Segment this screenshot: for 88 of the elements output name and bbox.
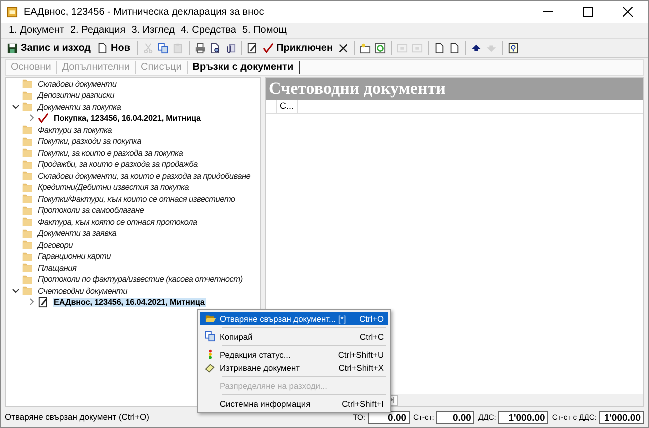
eraser-icon <box>204 362 216 373</box>
column-header[interactable]: С... <box>277 100 298 113</box>
tab[interactable]: Връзки с документи <box>188 61 300 74</box>
context-menu-item[interactable]: Изтриване документ Ctrl+Shift+X <box>200 361 388 374</box>
total-field: 1'000.00 <box>599 410 644 424</box>
folder-icon <box>22 101 33 112</box>
tree-item[interactable]: ЕАДвнос, 123456, 16.04.2021, Митница <box>53 298 206 307</box>
folder-icon <box>22 216 33 228</box>
menu-item[interactable]: 2. Редакция <box>70 25 126 36</box>
toolbar-button[interactable]: Нов <box>95 40 133 56</box>
total-field: 1'000.00 <box>498 410 548 424</box>
close-icon <box>338 42 350 54</box>
tree-item[interactable]: Гаранционни карти <box>37 251 112 262</box>
tree-item[interactable]: Счетоводни документи <box>37 286 128 296</box>
frame-icon <box>397 42 408 54</box>
folder-icon <box>22 274 33 285</box>
folder-icon <box>22 147 33 158</box>
printer-icon <box>194 42 206 54</box>
collapse-chevron-icon[interactable] <box>12 102 20 111</box>
folder-icon <box>22 262 33 274</box>
folder-icon <box>22 124 33 136</box>
note-pencil-icon <box>246 42 258 54</box>
total-field: 0.00 <box>436 410 474 424</box>
toolbar-button[interactable]: Приключен <box>260 40 336 56</box>
folder-icon <box>22 193 33 204</box>
open-folder-icon <box>204 313 216 324</box>
page-preview-icon <box>210 42 221 54</box>
collapse-chevron-icon[interactable] <box>12 286 20 295</box>
tree-item[interactable]: Покупка, 123456, 16.04.2021, Митница <box>53 114 202 123</box>
folder-icon <box>22 158 33 170</box>
menu-item[interactable]: 1. Документ <box>9 25 64 36</box>
checkmark-icon <box>38 112 49 124</box>
expand-chevron-icon[interactable] <box>28 114 36 122</box>
note-pencil-icon <box>38 296 49 308</box>
page-icon <box>449 42 460 54</box>
tree-item[interactable]: Протоколи за самооблагане <box>37 205 146 216</box>
tree-item[interactable]: Депозитни разписки <box>37 90 116 100</box>
tree-item[interactable]: Фактура, към която се отнася протокола <box>37 216 198 227</box>
tree-item[interactable]: Продажби, за които е разхода за продажба <box>37 159 199 170</box>
tree-item[interactable]: Фактури за покупка <box>37 124 113 135</box>
window-title: ЕАДвнос, 123456 - Митническа декларация за внос <box>24 6 264 18</box>
copy-icon <box>158 42 169 54</box>
tree-item[interactable]: Покупки/Фактури, към които се отнася известието <box>37 194 236 204</box>
folder-icon <box>22 250 33 262</box>
folder-icon <box>22 170 33 182</box>
frame-icon <box>412 42 424 54</box>
menu-item[interactable]: 3. Изглед <box>132 25 176 36</box>
tree-item[interactable]: Документи за заявка <box>37 228 118 238</box>
panel-header: Счетоводни документи <box>266 78 643 100</box>
menu-item[interactable]: 5. Помощ <box>242 25 287 36</box>
tree-item[interactable]: Складови документи, за които е разхода за придобиване <box>37 170 252 181</box>
help-icon <box>508 42 520 54</box>
toolbar-button[interactable]: Запис и изход <box>5 40 94 56</box>
maximize-icon[interactable] <box>583 7 593 17</box>
folder-icon <box>22 204 33 216</box>
tree-item[interactable]: Документи за покупка <box>37 102 122 112</box>
up-arrow-icon <box>471 42 482 54</box>
scissors-icon <box>142 42 154 54</box>
context-menu-item[interactable]: Редакция статус... Ctrl+Shift+U <box>200 348 388 361</box>
status-message: Отваряне свързан документ (Ctrl+O) <box>5 412 150 422</box>
close-icon[interactable] <box>623 7 633 17</box>
checkmark-icon <box>262 42 274 54</box>
copy-icon <box>204 331 216 342</box>
context-menu-item[interactable]: Отваряне свързан документ... [*] Ctrl+O <box>200 312 388 325</box>
folder-icon <box>22 136 33 147</box>
refresh-icon <box>375 42 386 54</box>
page-icon <box>434 42 446 54</box>
tree-item[interactable]: Плащания <box>37 262 78 273</box>
tree-item[interactable]: Протоколи по фактура/известие (касова отчетност) <box>37 274 244 284</box>
folder-icon <box>22 78 33 90</box>
expand-chevron-icon[interactable] <box>28 298 36 306</box>
tree-item[interactable]: Кредитни/Дебитни известия за покупка <box>37 182 190 192</box>
folder-icon <box>22 239 33 250</box>
app-icon <box>7 6 18 18</box>
menu-item[interactable]: 4. Средства <box>181 25 236 36</box>
paperclip-icon <box>224 42 236 54</box>
tree-item[interactable]: Покупки, за които е разхода за покупка <box>37 148 184 158</box>
clipboard-icon <box>172 42 184 54</box>
folder-icon <box>22 228 33 239</box>
context-menu-item[interactable]: Копирай Ctrl+C <box>200 330 388 343</box>
page-icon <box>97 42 108 54</box>
folder-icon <box>22 182 33 193</box>
tree-item[interactable]: Покупки, разходи за покупка <box>37 136 142 146</box>
folder-icon <box>22 285 33 296</box>
tree-item[interactable]: Договори <box>37 240 74 250</box>
tree-item[interactable]: Складови документи <box>37 78 118 89</box>
context-menu-item[interactable]: Системна информация Ctrl+Shift+I <box>200 397 388 410</box>
folder-icon <box>22 90 33 101</box>
